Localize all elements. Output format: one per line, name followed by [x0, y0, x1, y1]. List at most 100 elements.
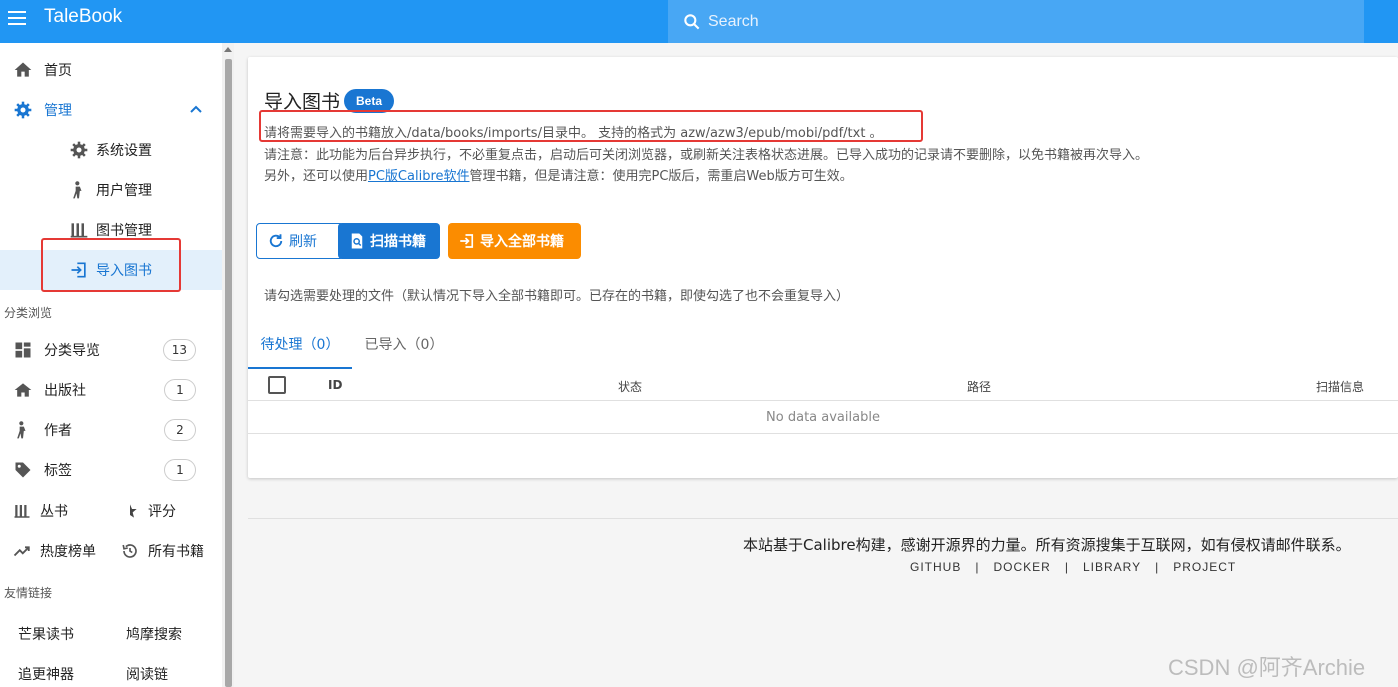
import-icon — [458, 232, 476, 250]
sidebar-item-label: 首页 — [44, 63, 72, 79]
select-all-checkbox[interactable] — [268, 376, 286, 394]
section-title-browse: 分类浏览 — [4, 306, 53, 320]
button-label: 导入全部书籍 — [480, 234, 564, 250]
sidebar-item-categories[interactable]: 分类导览 13 — [0, 330, 222, 370]
footer-link-docker[interactable]: DOCKER — [979, 560, 1064, 574]
button-label: 刷新 — [289, 234, 317, 250]
home-icon — [12, 59, 34, 81]
footer-text: 本站基于Calibre构建，感谢开源界的力量。所有资源搜集于互联网，如有侵权请邮… — [743, 536, 1351, 554]
sidebar-item-label: 标签 — [44, 463, 72, 479]
import-card: 导入图书 Beta 请将需要导入的书籍放入/data/books/imports… — [248, 57, 1398, 478]
sidebar-item-label: 热度榜单 — [40, 544, 96, 560]
app-title[interactable]: TaleBook — [44, 6, 122, 28]
trending-up-icon — [12, 541, 32, 561]
books-icon — [12, 501, 32, 521]
refresh-button[interactable]: 刷新 — [256, 223, 344, 259]
import-all-button[interactable]: 导入全部书籍 — [448, 223, 581, 259]
main-content: 导入图书 Beta 请将需要导入的书籍放入/data/books/imports… — [234, 43, 1398, 687]
selection-hint: 请勾选需要处理的文件（默认情况下导入全部书籍即可。已存在的书籍，即使勾选了也不会… — [264, 289, 850, 304]
chevron-up-icon[interactable] — [190, 103, 202, 115]
footer-link-library[interactable]: LIBRARY — [1069, 560, 1155, 574]
section-title-links: 友情链接 — [4, 586, 53, 600]
count-badge: 13 — [162, 339, 196, 361]
table-empty-state: No data available — [248, 401, 1398, 434]
sidebar-item-label: 评分 — [148, 504, 176, 520]
column-header-scan-info[interactable]: 扫描信息 — [1316, 378, 1364, 395]
count-badge: 1 — [164, 379, 196, 401]
count-badge: 1 — [164, 459, 196, 481]
books-icon — [68, 219, 90, 241]
sidebar-item-books[interactable]: 图书管理 — [0, 210, 222, 250]
friend-link[interactable]: 追更神器 — [18, 664, 74, 684]
sidebar-item-label: 用户管理 — [96, 183, 152, 199]
tag-icon — [12, 459, 34, 481]
refresh-icon — [267, 232, 285, 250]
sidebar-item-tags[interactable]: 标签 1 — [0, 450, 222, 490]
tab-pending[interactable]: 待处理（0） — [248, 321, 352, 369]
column-header-path[interactable]: 路径 — [967, 378, 991, 395]
column-header-id[interactable]: ID — [328, 378, 342, 392]
sidebar-item-label: 系统设置 — [96, 143, 152, 159]
dashboard-icon — [12, 339, 34, 361]
scan-books-button[interactable]: 扫描书籍 — [338, 223, 440, 259]
sidebar-item-label: 所有书籍 — [148, 544, 204, 560]
info-calibre: 另外，还可以使用PC版Calibre软件管理书籍，但是请注意：使用完PC版后，需… — [264, 165, 853, 184]
count-badge: 2 — [164, 419, 196, 441]
sidebar-item-label: 作者 — [44, 423, 72, 439]
page-title: 导入图书 — [264, 91, 341, 113]
person-icon — [68, 179, 90, 201]
friend-link[interactable]: 鸠摩搜索 — [126, 624, 182, 644]
sidebar-item-label: 出版社 — [44, 383, 86, 399]
sidebar-item-settings[interactable]: 系统设置 — [0, 130, 222, 170]
sidebar-item-hot[interactable]: 热度榜单 — [0, 531, 110, 571]
friend-link[interactable]: 阅读链 — [126, 664, 168, 684]
search-box[interactable] — [668, 0, 1364, 43]
person-icon — [12, 419, 34, 441]
sidebar-item-rating[interactable]: 评分 — [108, 491, 218, 531]
sidebar-item-series[interactable]: 丛书 — [0, 491, 110, 531]
publisher-icon — [12, 379, 34, 401]
history-icon — [120, 541, 140, 561]
scroll-thumb[interactable] — [225, 59, 232, 687]
info-import-path: 请将需要导入的书籍放入/data/books/imports/目录中。 支持的格… — [264, 126, 883, 141]
sidebar: 首页 管理 系统设置 用户管理 图书管理 导入图书 分类浏览 分类导览 13 出… — [0, 43, 222, 687]
footer-link-project[interactable]: PROJECT — [1159, 560, 1250, 574]
sidebar-item-label: 图书管理 — [96, 223, 152, 239]
app-bar: TaleBook — [0, 0, 1398, 43]
scroll-up-arrow[interactable] — [224, 47, 232, 52]
sidebar-item-author[interactable]: 作者 2 — [0, 410, 222, 450]
sidebar-item-label: 丛书 — [40, 504, 68, 520]
search-icon — [684, 13, 700, 29]
info-text: 另外，还可以使用 — [264, 169, 369, 184]
footer-divider — [248, 518, 1398, 519]
friend-link[interactable]: 芒果读书 — [18, 624, 74, 644]
info-text: 管理书籍，但是请注意：使用完PC版后，需重启Web版方可生效。 — [469, 169, 853, 184]
sidebar-item-label: 管理 — [44, 103, 72, 119]
tab-imported[interactable]: 已导入（0） — [352, 321, 456, 369]
status-tabs: 待处理（0） 已导入（0） — [248, 321, 1398, 369]
sidebar-item-import[interactable]: 导入图书 — [0, 250, 222, 290]
sidebar-item-home[interactable]: 首页 — [0, 50, 222, 90]
search-input[interactable] — [708, 6, 1364, 37]
sidebar-item-label: 分类导览 — [44, 343, 100, 359]
sidebar-item-publisher[interactable]: 出版社 1 — [0, 370, 222, 410]
info-notice: 请注意：此功能为后台异步执行，不必重复点击，启动后可关闭浏览器，或刷新关注表格状… — [264, 148, 1149, 163]
import-icon — [68, 259, 90, 281]
calibre-link[interactable]: PC版Calibre软件 — [368, 169, 470, 184]
table-header: ID 状态 路径 扫描信息 — [248, 369, 1398, 401]
button-label: 扫描书籍 — [370, 234, 426, 250]
sidebar-scrollbar[interactable] — [222, 43, 234, 687]
sidebar-item-users[interactable]: 用户管理 — [0, 170, 222, 210]
sidebar-item-all-books[interactable]: 所有书籍 — [108, 531, 218, 571]
sidebar-item-admin[interactable]: 管理 — [0, 90, 222, 130]
beta-badge: Beta — [344, 89, 395, 113]
footer-links: GITHUB | DOCKER | LIBRARY | PROJECT — [896, 560, 1250, 574]
menu-icon[interactable] — [8, 11, 26, 27]
footer-link-github[interactable]: GITHUB — [896, 560, 975, 574]
gear-icon — [12, 99, 34, 121]
column-header-status[interactable]: 状态 — [618, 378, 642, 395]
star-half-icon — [120, 501, 140, 521]
watermark: CSDN @阿齐Archie — [1168, 655, 1366, 680]
gear-icon — [68, 139, 90, 161]
file-search-icon — [348, 232, 366, 250]
